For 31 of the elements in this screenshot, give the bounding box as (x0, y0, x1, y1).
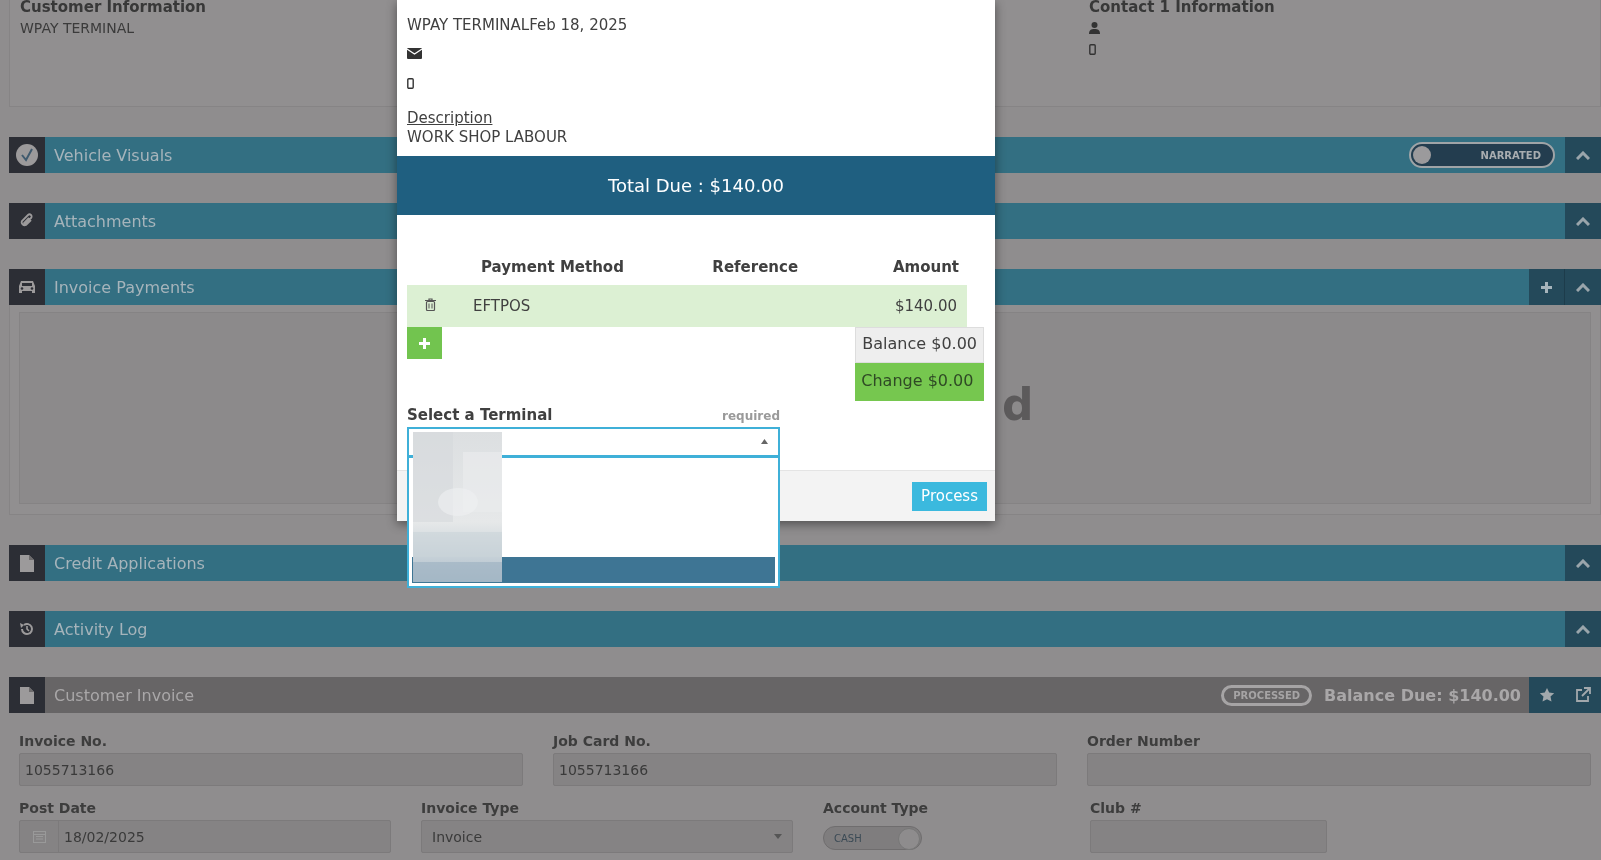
field-label: Select a Terminal (407, 406, 553, 424)
description-text: WORK SHOP LABOUR (407, 128, 569, 146)
field-label: Job Card No. (553, 733, 651, 749)
section-title: Customer Invoice (54, 685, 194, 705)
terminal-header: WPAY TERMINALFeb 18, 2025 (407, 16, 629, 34)
table-cell: EFTPOS (463, 285, 705, 327)
change-amount: Change $0.00 (855, 363, 984, 401)
column-header: Amount (849, 249, 967, 285)
field-label: Order Number (1087, 733, 1200, 749)
field-label: Account Type (823, 800, 929, 816)
field-label: Post Date (19, 800, 97, 816)
required-hint: required (722, 409, 780, 423)
balance-amount: Balance $0.00 (855, 327, 984, 363)
section-title: Credit Applications (54, 553, 205, 573)
section-heading: Customer Information (20, 0, 208, 14)
field-label: Invoice Type (421, 800, 519, 816)
field-label: Club # (1090, 800, 1142, 816)
description-label: Description (407, 109, 493, 127)
section-title: Invoice Payments (54, 277, 195, 297)
total-due: Total Due : $140.00 (607, 175, 784, 196)
customer-name: WPAY TERMINAL (20, 20, 135, 36)
section-heading: Contact 1 Information (1089, 0, 1276, 14)
field-label: Invoice No. (19, 733, 108, 749)
table-cell: $140.00 (849, 285, 967, 327)
balance-due: Balance Due: $140.00 (1324, 685, 1521, 705)
section-title: Attachments (54, 211, 157, 231)
column-header: Reference (704, 249, 850, 285)
column-header: Payment Method (463, 249, 705, 285)
section-title: Activity Log (54, 619, 148, 639)
section-title: Vehicle Visuals (54, 145, 173, 165)
status-badge: PROCESSED (1221, 684, 1313, 706)
